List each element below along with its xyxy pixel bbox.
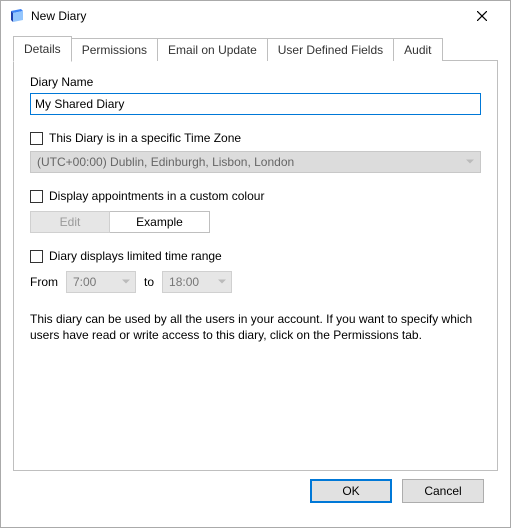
custom-colour-checkbox[interactable]	[30, 190, 43, 203]
chevron-down-icon	[122, 280, 130, 285]
window-title: New Diary	[31, 9, 462, 23]
help-text: This diary can be used by all the users …	[30, 311, 481, 343]
to-label: to	[144, 275, 154, 289]
colour-example: Example	[110, 211, 210, 233]
custom-colour-label: Display appointments in a custom colour	[49, 189, 264, 203]
diary-icon	[9, 8, 25, 24]
timezone-checkbox[interactable]	[30, 132, 43, 145]
diary-name-label: Diary Name	[30, 75, 481, 89]
time-range-label: Diary displays limited time range	[49, 249, 222, 263]
tab-strip: Details Permissions Email on Update User…	[13, 37, 498, 61]
timezone-label: This Diary is in a specific Time Zone	[49, 131, 241, 145]
timezone-dropdown: (UTC+00:00) Dublin, Edinburgh, Lisbon, L…	[30, 151, 481, 173]
from-time-value: 7:00	[73, 275, 96, 289]
edit-colour-button: Edit	[30, 211, 110, 233]
time-range-checkbox[interactable]	[30, 250, 43, 263]
close-button[interactable]	[462, 2, 502, 30]
client-area: Details Permissions Email on Update User…	[1, 31, 510, 527]
diary-name-input[interactable]	[30, 93, 481, 115]
tab-pane-details: Diary Name This Diary is in a specific T…	[13, 60, 498, 471]
tab-details[interactable]: Details	[13, 36, 72, 62]
tab-user-defined-fields[interactable]: User Defined Fields	[268, 38, 394, 61]
to-time-value: 18:00	[169, 275, 199, 289]
ok-button[interactable]: OK	[310, 479, 392, 503]
timezone-value: (UTC+00:00) Dublin, Edinburgh, Lisbon, L…	[37, 155, 294, 169]
tab-audit[interactable]: Audit	[394, 38, 442, 61]
chevron-down-icon	[218, 280, 226, 285]
to-time-dropdown: 18:00	[162, 271, 232, 293]
title-bar: New Diary	[1, 1, 510, 31]
cancel-button[interactable]: Cancel	[402, 479, 484, 503]
from-label: From	[30, 275, 58, 289]
dialog-window: New Diary Details Permissions Email on U…	[0, 0, 511, 528]
tab-permissions[interactable]: Permissions	[72, 38, 158, 61]
tab-email-on-update[interactable]: Email on Update	[158, 38, 268, 61]
close-icon	[477, 11, 487, 21]
chevron-down-icon	[466, 160, 474, 165]
dialog-footer: OK Cancel	[13, 471, 498, 517]
from-time-dropdown: 7:00	[66, 271, 136, 293]
